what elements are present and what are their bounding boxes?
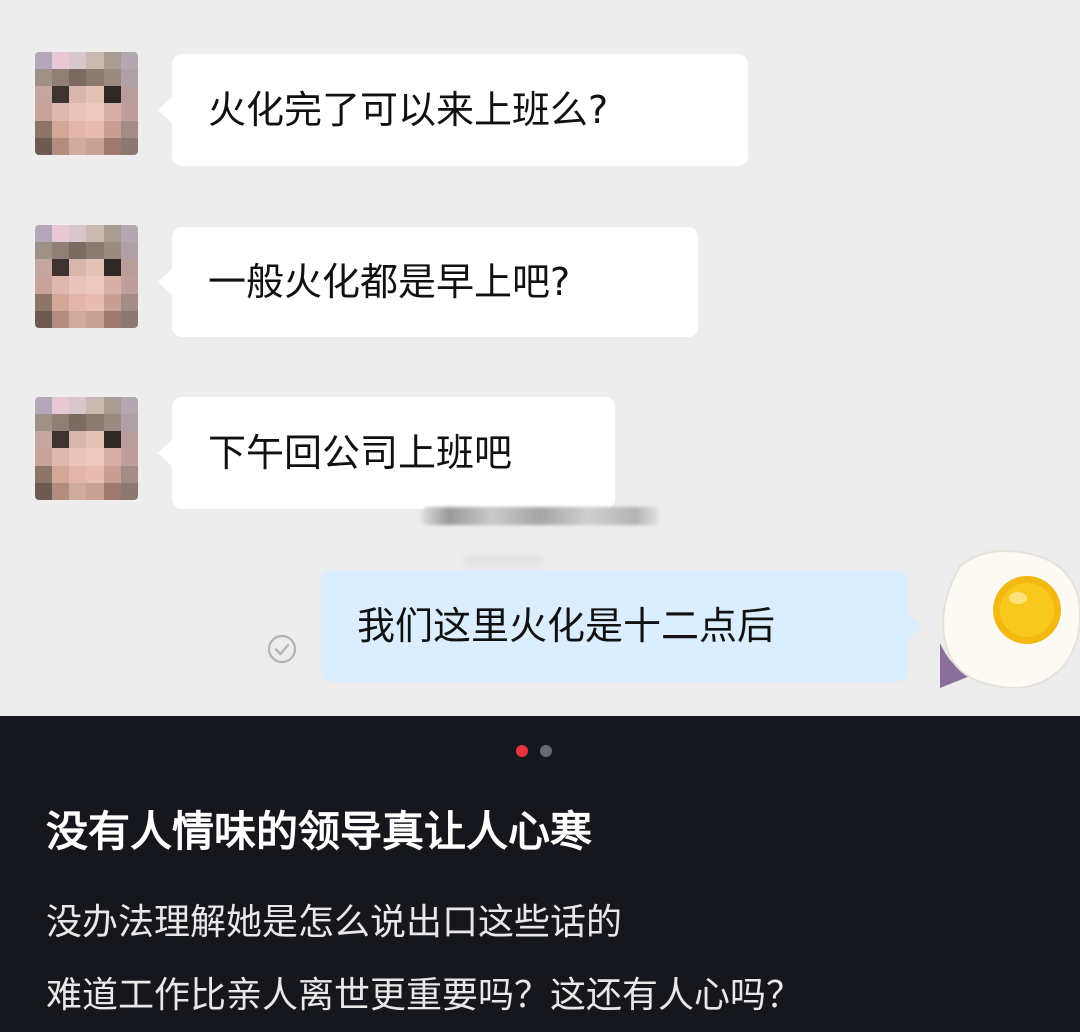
carousel-dot-active[interactable] [516, 745, 528, 757]
avatar[interactable] [35, 225, 138, 328]
post-screen: 火化完了可以来上班么? 一般火化都是早上吧? 下午回公司上班吧 我们这里火化是十… [0, 0, 1080, 1032]
message-text: 我们这里火化是十二点后 [357, 604, 776, 648]
carousel-dot[interactable] [540, 745, 552, 757]
message-bubble-incoming[interactable]: 火化完了可以来上班么? [158, 54, 748, 166]
redacted-text [463, 555, 543, 567]
avatar[interactable] [35, 397, 138, 500]
message-bubble-incoming[interactable]: 一般火化都是早上吧? [158, 227, 698, 337]
post-title: 没有人情味的领导真让人心寒 [46, 807, 593, 856]
check-circle-icon [267, 634, 297, 664]
post-text-line: 没办法理解她是怎么说出口这些话的 [46, 902, 623, 943]
message-text: 火化完了可以来上班么? [208, 88, 609, 132]
message-bubble-outgoing[interactable]: 我们这里火化是十二点后 [321, 570, 922, 682]
fried-egg-avatar[interactable] [940, 548, 1080, 688]
avatar[interactable] [35, 52, 138, 155]
message-text: 下午回公司上班吧 [208, 431, 513, 475]
message-bubble-incoming[interactable]: 下午回公司上班吧 [158, 397, 615, 509]
chat-screenshot: 火化完了可以来上班么? 一般火化都是早上吧? 下午回公司上班吧 我们这里火化是十… [0, 0, 1080, 716]
redacted-text [420, 507, 660, 525]
message-text: 一般火化都是早上吧? [208, 260, 571, 304]
post-text-line: 难道工作比亲人离世更重要吗？这还有人心吗？ [46, 975, 803, 1016]
carousel-indicator[interactable] [516, 745, 552, 757]
